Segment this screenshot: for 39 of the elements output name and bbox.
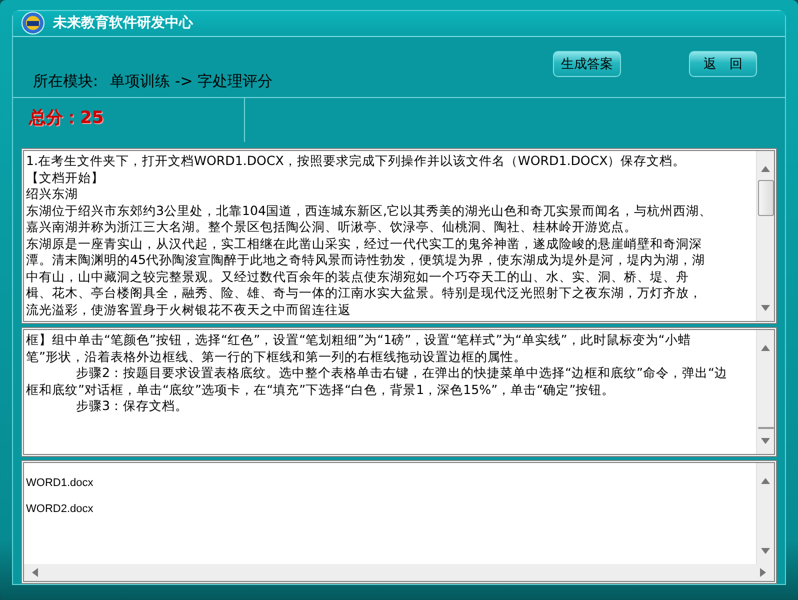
text-line: 笔”形状，沿着表格外边框线、第一行的下框线和第一列的右框线拖动设置边框的属性。 [26, 348, 527, 365]
vertical-scrollbar[interactable] [756, 463, 774, 564]
window-title: 未来教育软件研发中心 [53, 14, 193, 32]
scroll-up-icon[interactable] [761, 478, 770, 484]
module-label: 所在模块: [33, 72, 98, 91]
text-line: 潭。清末陶渊明的45代孙陶浚宣陶醉于此地之奇特风景而诗性勃发，便筑堤为界，使东湖成为堤外是河，堤内为湖，湖 [26, 252, 706, 268]
text-line: 东湖原是一座青实山，从汉代起，实工相继在此凿山采实，经过一代代实工的鬼斧神凿，遂成险峻的悬崖峭壁和奇洞深 [26, 236, 702, 252]
vertical-scrollbar[interactable] [756, 330, 774, 454]
scroll-left-icon[interactable] [32, 568, 38, 577]
score-value: 25 [80, 108, 104, 128]
module-path: 单项训练 -> 字处理评分 [110, 72, 273, 91]
text-line: 框和底纹”对话框，单击“底纹”选项卡，在“填充”下选择“白色，背景1，深色15%”，单击“确定”按钮。 [26, 382, 615, 398]
score-label: 总分： [29, 108, 80, 128]
text-line: 步骤2：按题目要求设置表格底纹。选中整个表格单击右键，在弹出的快捷菜单中选择“边框和底纹”命令，弹出“边 [75, 365, 728, 382]
text-line: 嘉兴南湖并称为浙江三大名湖。整个景区包括陶公洞、听湫亭、饮渌亭、仙桃洞、陶社、桂林岭开游览点。 [26, 219, 637, 236]
text-line: 中有山，山中藏洞之较完整景观。又经过数代百余年的装点使东湖宛如一个巧夺天工的山、水、实、洞、桥、堤、舟 [26, 268, 689, 285]
text-line: 流光溢彩，使游客置身于火树银花不夜天之中而留连往返 [26, 302, 351, 318]
text-line: 步骤3：保存文档。 [75, 398, 188, 414]
scroll-down-icon[interactable] [761, 548, 770, 554]
scroll-down-icon[interactable] [761, 305, 770, 311]
scrollbar-thumb[interactable] [758, 427, 774, 429]
text-line: 楫、花木、亭台楼阁具全，融秀、险、雄、奇与一体的江南水实大盆景。特别是现代泛光照射下之夜东湖，万灯齐放， [26, 285, 702, 302]
generate-answer-button[interactable]: 生成答案 [553, 50, 621, 77]
text-line: 1.在考生文件夹下，打开文档WORD1.DOCX，按照要求完成下列操作并以该文件名（WORD1.DOCX）保存文档。 [26, 153, 686, 170]
text-line: 绍兴东湖 [26, 186, 78, 202]
scroll-up-icon[interactable] [761, 166, 770, 172]
back-button[interactable]: 返 回 [689, 50, 757, 77]
text-line: 框】组中单击“笔颜色”按钮，选择“红色”，设置“笔划粗细”为“1磅”，设置“笔样式”为“单实线”，此时鼠标变为“小蜡 [26, 332, 691, 348]
file-name[interactable]: WORD1.docx [26, 477, 756, 489]
text-line: 【文档开始】 [26, 170, 104, 186]
scroll-down-icon[interactable] [761, 438, 770, 444]
file-name[interactable]: WORD2.docx [26, 503, 756, 515]
text-line: 东湖位于绍兴市东郊约3公里处，北靠104国道，西连城东新区,它以其秀美的湖光山色和奇兀实景而闻名，与杭州西湖、 [26, 202, 712, 219]
vertical-scrollbar[interactable] [756, 151, 774, 321]
scrollbar-thumb[interactable] [758, 180, 774, 216]
scroll-right-icon[interactable] [760, 568, 766, 577]
horizontal-scrollbar[interactable] [24, 564, 774, 581]
logo-icon [21, 11, 45, 36]
scroll-up-icon[interactable] [761, 345, 770, 351]
